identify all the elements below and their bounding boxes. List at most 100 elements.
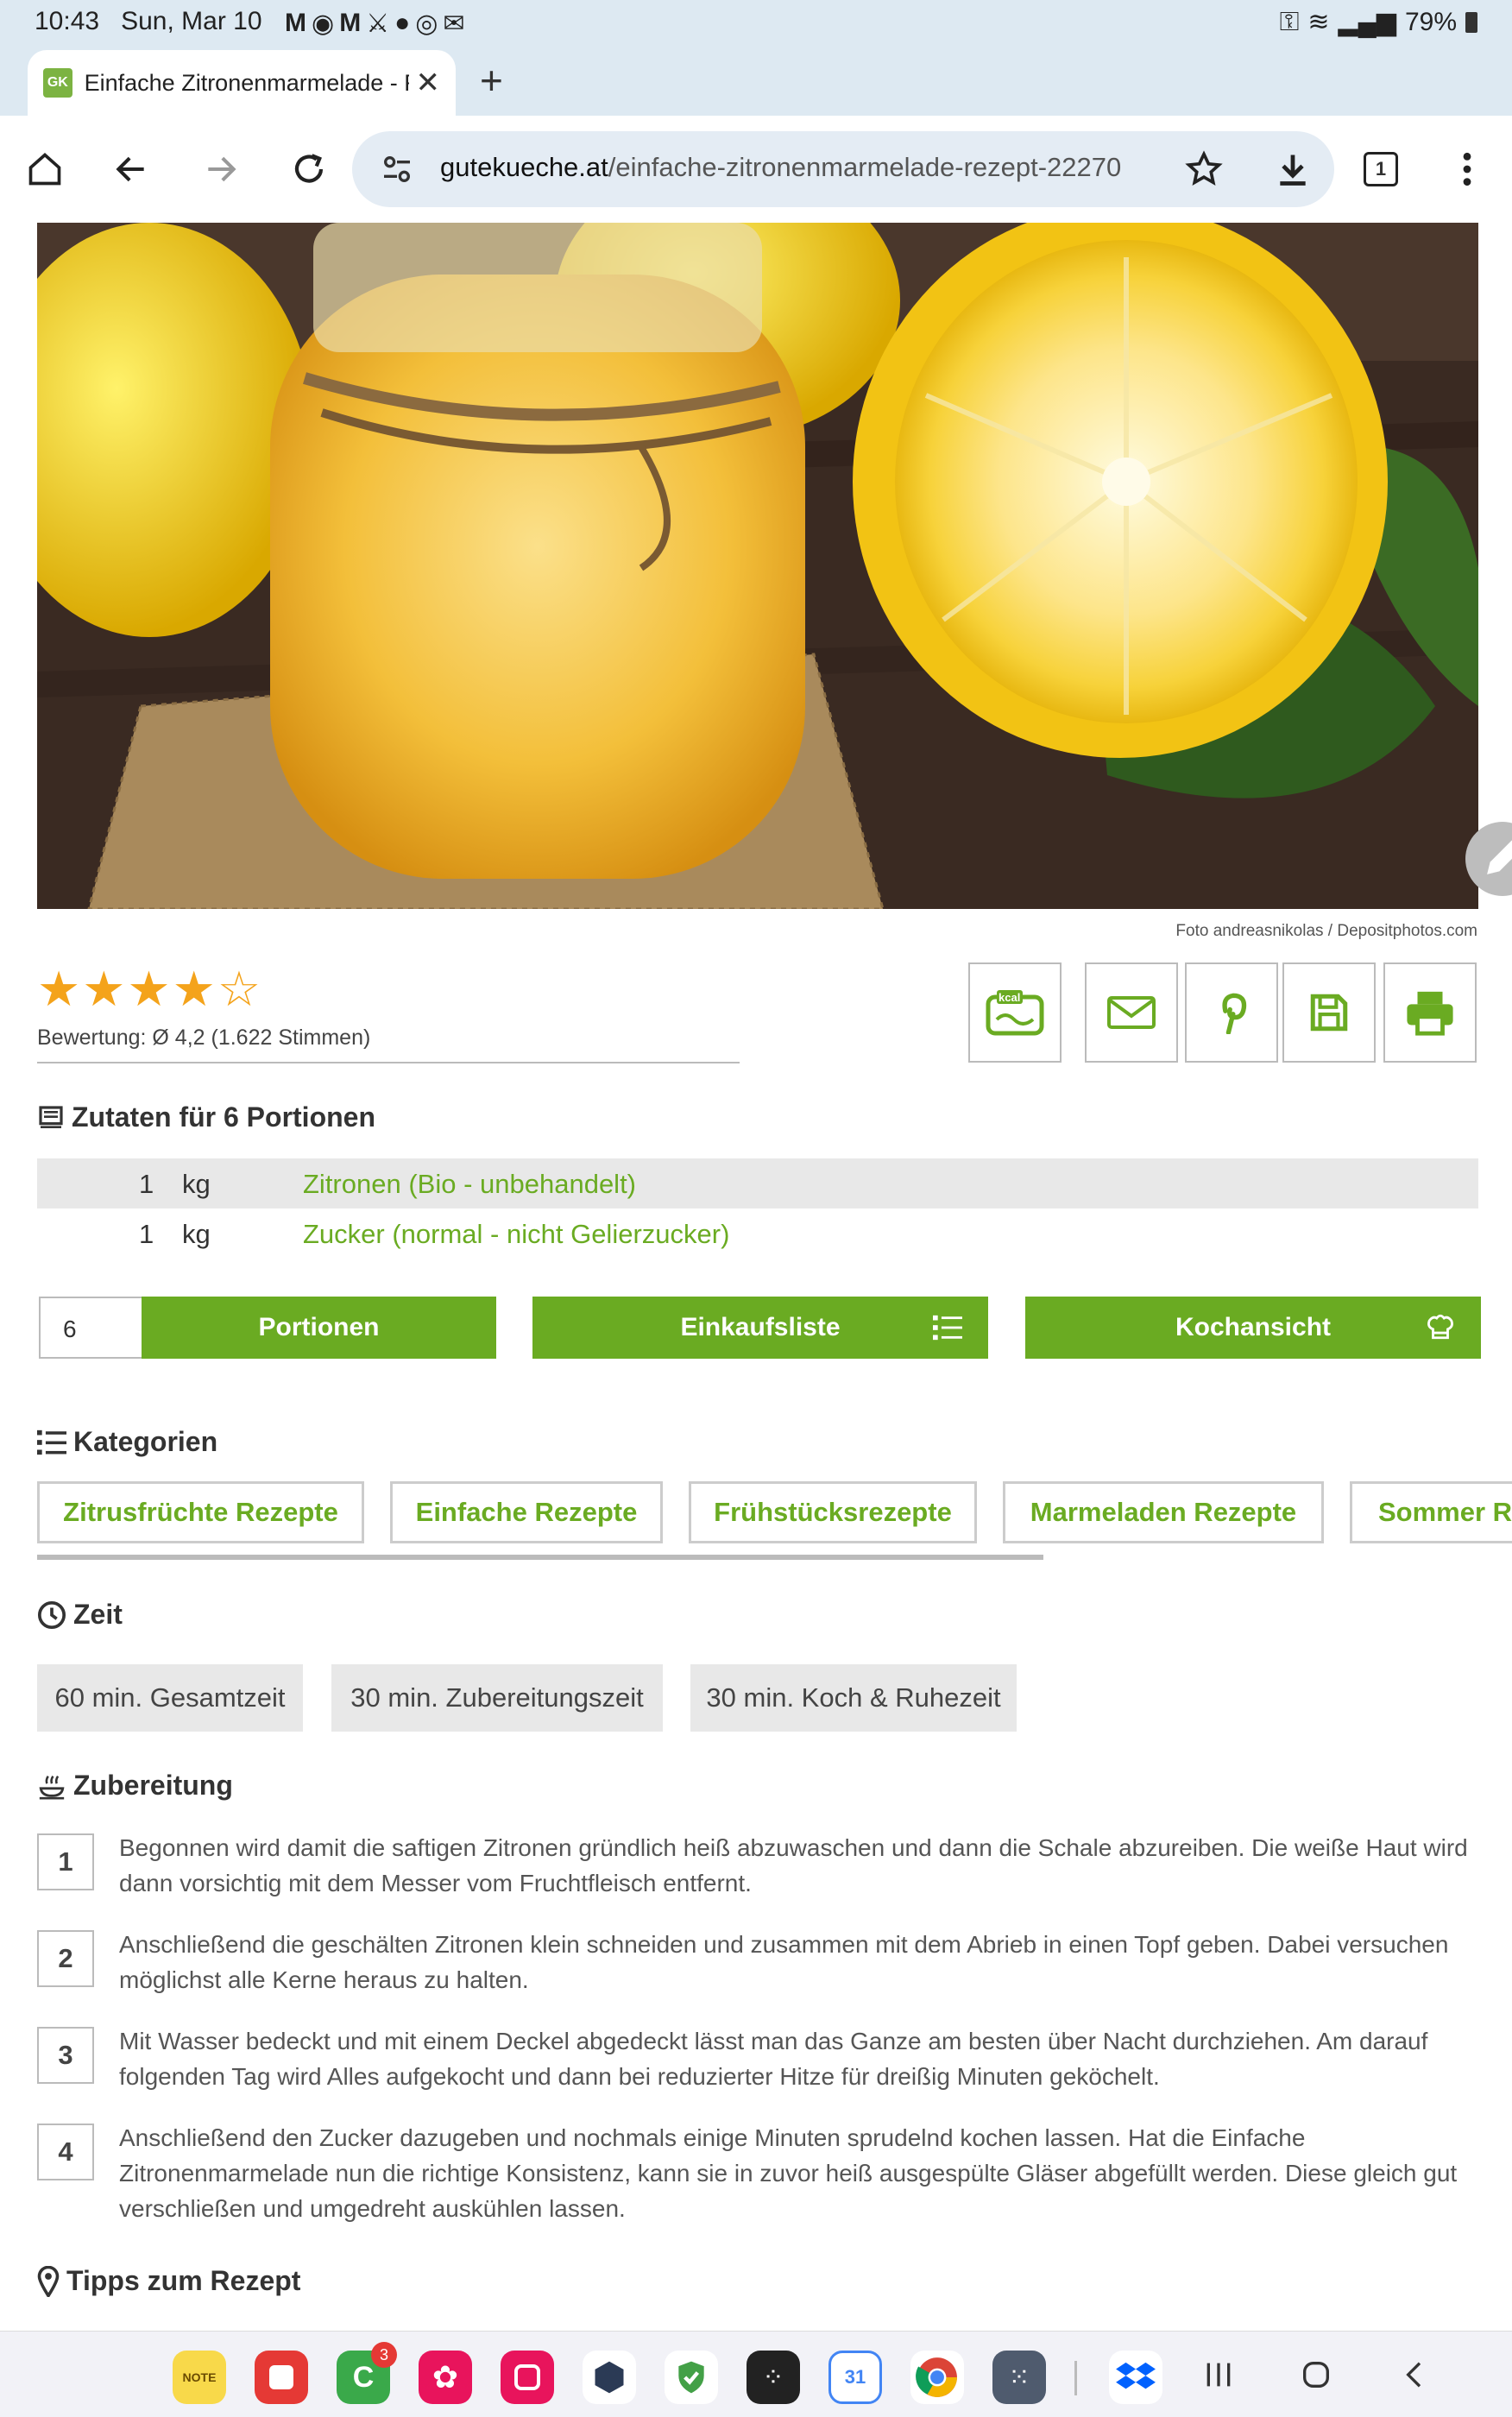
step-text: Mit Wasser bedeckt und mit einem Deckel …	[119, 2028, 1428, 2090]
step-text: Begonnen wird damit die saftigen Zitrone…	[119, 1834, 1468, 1896]
print-icon	[1407, 991, 1453, 1036]
ingredient-link[interactable]: Zitronen (Bio - unbehandelt)	[303, 1169, 636, 1200]
browser-tab[interactable]: GK Einfache Zitronenmarmelade - R ✕	[28, 50, 456, 116]
category-chip[interactable]: Marmeladen Rezepte	[1003, 1481, 1324, 1543]
category-chip[interactable]: Zitrusfrüchte Rezepte	[37, 1481, 364, 1543]
step-text: Anschließend den Zucker dazugeben und no…	[119, 2124, 1458, 2222]
download-icon[interactable]	[1267, 143, 1319, 195]
ingredient-row: 1 kg Zitronen (Bio - unbehandelt)	[37, 1158, 1478, 1208]
time-heading: Zeit	[37, 1599, 123, 1631]
star-filled-icon[interactable]: ★	[82, 965, 125, 1013]
divider	[37, 1062, 740, 1063]
category-chip[interactable]: Frühstücksrezepte	[689, 1481, 977, 1543]
save-button[interactable]	[1282, 962, 1376, 1063]
battery-icon	[1465, 11, 1477, 33]
star-filled-icon[interactable]: ★	[173, 965, 216, 1013]
notification-icon: ◉	[312, 9, 335, 38]
tab-switcher-button[interactable]: 1	[1355, 143, 1407, 195]
system-status: ⚿ ≋ ▂▄▆ 79%	[1280, 7, 1477, 37]
rating-text: Bewertung: Ø 4,2 (1.622 Stimmen)	[37, 1025, 371, 1050]
step-number: 3	[37, 2027, 94, 2084]
notification-icons: M ◉ M ⚔ ● ◎ ✉	[285, 9, 465, 39]
site-favicon: GK	[43, 68, 72, 98]
categories-scrollbar[interactable]	[37, 1555, 1043, 1560]
phone-app-icon[interactable]: C 3	[337, 2342, 397, 2404]
category-chip[interactable]: Sommer Re	[1350, 1481, 1512, 1543]
new-tab-icon[interactable]: +	[480, 57, 503, 104]
rating-stars[interactable]: ★ ★ ★ ★ ☆	[37, 965, 261, 1013]
calendar-app-icon[interactable]: 31	[828, 2351, 882, 2404]
notes-app-icon[interactable]: NOTE	[173, 2351, 226, 2404]
portions-button[interactable]: Portionen	[142, 1297, 496, 1359]
star-filled-icon[interactable]: ★	[37, 965, 80, 1013]
chef-hat-icon	[1427, 1314, 1453, 1340]
more-menu-icon[interactable]	[1441, 143, 1493, 195]
recent-apps-icon[interactable]	[1201, 2357, 1236, 2392]
browser-toolbar: gutekueche.at/einfache-zitronenmarmelade…	[0, 116, 1512, 223]
site-settings-icon[interactable]	[380, 152, 414, 186]
cooking-pot-icon	[39, 1775, 65, 1799]
tab-count: 1	[1364, 152, 1398, 186]
home-nav-icon[interactable]	[1299, 2357, 1333, 2392]
save-icon	[1310, 994, 1348, 1032]
mail-icon: ✉	[443, 9, 465, 38]
photo-credit: Foto andreasnikolas / Depositphotos.com	[1175, 922, 1477, 940]
reload-icon[interactable]	[283, 143, 335, 195]
shopping-list-button[interactable]: Einkaufsliste	[532, 1297, 988, 1359]
shield-app-icon[interactable]	[665, 2351, 718, 2404]
back-icon[interactable]	[105, 143, 157, 195]
star-filled-icon[interactable]: ★	[127, 965, 170, 1013]
app-drawer-icon[interactable]: ⁙	[992, 2351, 1046, 2404]
chrome-app-icon[interactable]	[910, 2351, 964, 2404]
cooking-view-button[interactable]: Kochansicht	[1025, 1297, 1481, 1359]
step-number: 4	[37, 2124, 94, 2180]
clock-icon	[37, 1600, 66, 1629]
star-empty-icon[interactable]: ☆	[217, 965, 261, 1013]
flip-app-icon[interactable]	[255, 2351, 308, 2404]
bookmark-star-icon[interactable]	[1178, 143, 1230, 195]
alert-icon: ●	[394, 9, 411, 37]
category-chip[interactable]: Einfache Rezepte	[390, 1481, 663, 1543]
pinterest-button[interactable]	[1185, 962, 1278, 1063]
step-number: 1	[37, 1833, 94, 1890]
dropbox-app-icon[interactable]	[1109, 2351, 1162, 2404]
status-bar: 10:43 Sun, Mar 10 M ◉ M ⚔ ● ◎ ✉ ⚿ ≋ ▂▄▆ …	[0, 0, 1512, 45]
edit-fab[interactable]	[1465, 822, 1512, 896]
back-nav-icon[interactable]	[1398, 2357, 1433, 2392]
book-icon	[39, 1105, 63, 1128]
step-number: 2	[37, 1930, 94, 1987]
print-button[interactable]	[1383, 962, 1477, 1063]
tab-bar: GK Einfache Zitronenmarmelade - R ✕ +	[0, 45, 1512, 116]
ingredient-link[interactable]: Zucker (normal - nicht Gelierzucker)	[303, 1219, 729, 1250]
map-pin-icon	[37, 2265, 60, 2297]
list-icon	[933, 1315, 962, 1341]
notification-icon: ◎	[415, 9, 438, 38]
kcal-button[interactable]: kcal	[968, 962, 1062, 1063]
close-tab-icon[interactable]: ✕	[416, 66, 441, 100]
home-icon[interactable]	[19, 143, 71, 195]
email-button[interactable]	[1085, 962, 1178, 1063]
system-dock: NOTE C 3 ✿ ⁘ 31 ⁙	[0, 2331, 1512, 2417]
step-text: Anschließend die geschälten Zitronen kle…	[119, 1931, 1449, 1993]
url-text: gutekueche.at/einfache-zitronenmarmelade…	[440, 152, 1122, 182]
notification-icon: ⚔	[366, 9, 390, 38]
key-icon: ⚿	[1279, 7, 1300, 36]
portions-input[interactable]: 6	[39, 1297, 144, 1359]
cook-time-badge: 30 min. Koch & Ruhezeit	[690, 1664, 1017, 1732]
signal-icon: ▂▄▆	[1338, 8, 1396, 36]
ingredients-heading: Zutaten für 6 Portionen	[37, 1101, 375, 1133]
pinterest-icon	[1222, 993, 1247, 1034]
apps-folder-icon[interactable]: ⁘	[747, 2351, 800, 2404]
list-icon	[37, 1429, 66, 1455]
total-time-badge: 60 min. Gesamtzeit	[37, 1664, 303, 1732]
cube-app-icon[interactable]	[583, 2351, 636, 2404]
dock-divider	[1074, 2361, 1077, 2395]
blossom-app-icon[interactable]: ✿	[419, 2351, 472, 2404]
kcal-icon: kcal	[986, 990, 1044, 1036]
forward-icon[interactable]	[195, 143, 247, 195]
gmail-icon: M	[339, 9, 362, 37]
tips-heading: Tipps zum Rezept	[37, 2265, 300, 2297]
mail-icon	[1107, 996, 1156, 1029]
recipe-photo	[37, 223, 1478, 909]
camera-app-icon[interactable]	[501, 2351, 554, 2404]
